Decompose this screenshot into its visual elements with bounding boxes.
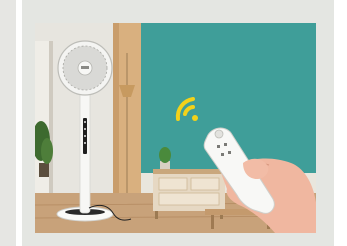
adjacent-panel-edge (0, 0, 16, 246)
product-photo (35, 23, 316, 233)
image-frame (22, 0, 334, 246)
